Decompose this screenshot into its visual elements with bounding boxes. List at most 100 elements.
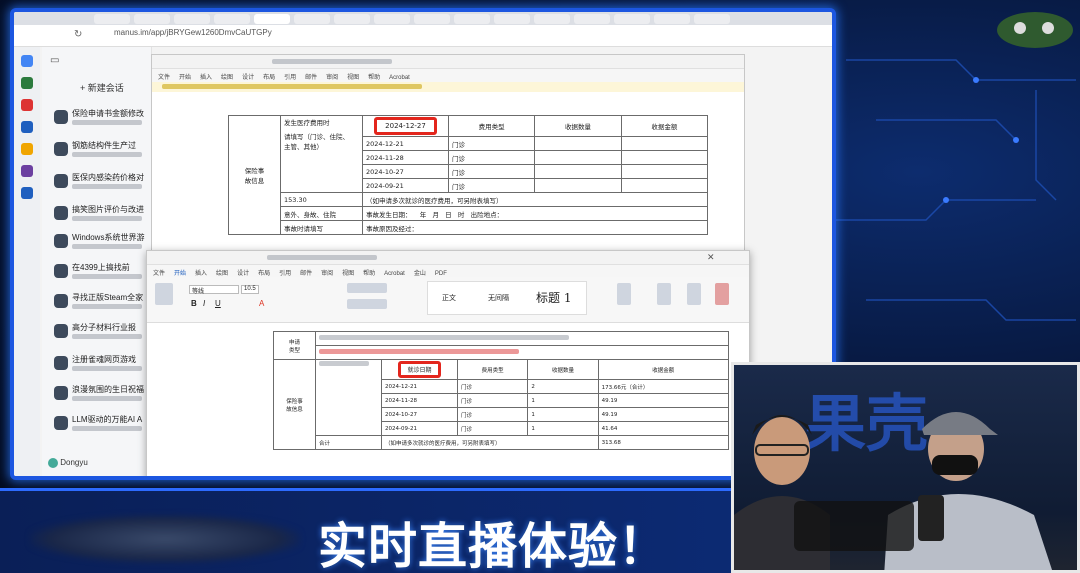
menu-item[interactable]: 引用 [284, 75, 296, 81]
editing-icon[interactable] [617, 283, 631, 305]
menu-item[interactable]: 文件 [158, 75, 170, 81]
amount-cell[interactable]: 49.19 [597, 407, 730, 422]
italic-icon[interactable]: I [203, 299, 205, 308]
date-cell[interactable]: 2024-09-21 [362, 178, 449, 193]
browser-tab[interactable] [694, 14, 730, 24]
date-cell[interactable]: 2024-10-27 [381, 407, 458, 422]
type-cell[interactable]: 门诊 [447, 136, 536, 151]
total-cell[interactable]: 313.68 [597, 435, 730, 450]
style-normal[interactable]: 正文 [442, 293, 456, 303]
browser-tab[interactable] [654, 14, 690, 24]
chat-item[interactable]: LLM驱动的万能AI A [54, 413, 150, 441]
chat-item[interactable]: 医保内感染药价格对 [54, 171, 150, 199]
font-size-select[interactable]: 10.5 [241, 285, 259, 294]
chat-item[interactable]: Windows系统世界游 [54, 231, 150, 259]
font-color-icon[interactable]: A [259, 299, 264, 308]
chrome-icon[interactable] [21, 55, 33, 67]
address-bar[interactable]: ↻ manus.im/app/jBRYGew1260DmvCaUTGPy [14, 25, 832, 47]
chat-item[interactable]: 浪漫氛围的生日祝福 [54, 383, 150, 411]
menu-item[interactable]: 绘图 [221, 75, 233, 81]
date-cell[interactable]: 2024-10-27 [362, 164, 449, 179]
highlighted-date-header[interactable]: 就诊日期 [398, 361, 441, 378]
chat-item[interactable]: 保险申请书金额修改 [54, 107, 150, 135]
browser-tab[interactable] [534, 14, 570, 24]
qty-cell[interactable]: 2 [527, 379, 599, 394]
menu-item[interactable]: 邮件 [305, 75, 317, 81]
field-label: 年 [419, 210, 427, 219]
dictate-icon[interactable] [657, 283, 671, 305]
browser-tab[interactable] [574, 14, 610, 24]
style-gallery[interactable]: 正文 无间隔 标题 1 [427, 281, 587, 315]
url-text[interactable]: manus.im/app/jBRYGew1260DmvCaUTGPy [114, 28, 272, 37]
type-cell[interactable]: 门诊 [447, 178, 536, 193]
paragraph-tools[interactable] [347, 283, 387, 293]
type-cell[interactable]: 门诊 [456, 393, 529, 408]
date-cell[interactable]: 2024-11-28 [362, 150, 449, 165]
addins-icon[interactable] [715, 283, 729, 305]
user-profile[interactable]: Dongyu [48, 458, 88, 468]
editor-icon[interactable] [687, 283, 701, 305]
date-cell[interactable]: 2024-09-21 [381, 421, 458, 436]
menu-item[interactable]: Acrobat [389, 75, 410, 81]
chat-item[interactable]: 寻找正版Steam全家 [54, 291, 150, 319]
chat-item[interactable]: 在4399上搞找前 [54, 261, 150, 289]
app-icon[interactable] [21, 99, 33, 111]
amount-cell[interactable]: 41.64 [597, 421, 730, 436]
qty-cell[interactable]: 1 [527, 421, 599, 436]
style-heading1[interactable]: 标题 1 [536, 289, 571, 306]
underline-icon[interactable]: U [215, 299, 221, 308]
app-icon[interactable] [21, 77, 33, 89]
date-cell[interactable]: 2024-11-28 [381, 393, 458, 408]
row-label: 意外、身故、住院 [280, 206, 363, 221]
bold-icon[interactable]: B [191, 299, 197, 308]
date-cell[interactable]: 2024-12-21 [381, 379, 458, 394]
menu-item[interactable]: 开始 [179, 75, 191, 81]
type-cell[interactable]: 门诊 [456, 407, 529, 422]
browser-tab[interactable] [294, 14, 330, 24]
type-cell[interactable]: 门诊 [456, 421, 529, 436]
app-icon[interactable] [21, 121, 33, 133]
menu-item[interactable]: 设计 [242, 75, 254, 81]
reload-icon[interactable]: ↻ [74, 29, 82, 40]
menu-item[interactable]: 帮助 [368, 75, 380, 81]
sidebar-toggle-icon[interactable]: ▭ [50, 55, 59, 66]
menu-item[interactable]: 布局 [263, 75, 275, 81]
new-chat-button[interactable]: + 新建会话 [80, 81, 124, 94]
chat-item[interactable]: 注册雀魂网页游戏 [54, 353, 150, 381]
font-name-select[interactable]: 等线 [189, 285, 239, 295]
browser-tab-active[interactable] [254, 14, 290, 24]
browser-tab[interactable] [174, 14, 210, 24]
app-icon[interactable] [21, 165, 33, 177]
menu-item[interactable]: 视图 [347, 75, 359, 81]
alignment-tools[interactable] [347, 299, 387, 309]
menu-item[interactable]: 插入 [200, 75, 212, 81]
app-icon[interactable] [21, 143, 33, 155]
type-cell[interactable]: 门诊 [447, 150, 536, 165]
qty-cell[interactable]: 1 [527, 393, 599, 408]
browser-tab[interactable] [374, 14, 410, 24]
paste-icon[interactable] [155, 283, 173, 305]
browser-tab[interactable] [494, 14, 530, 24]
app-icon[interactable] [21, 187, 33, 199]
qty-cell[interactable]: 1 [527, 407, 599, 422]
chat-item[interactable]: 高分子材料行业报 [54, 321, 150, 349]
amount-cell[interactable]: 173.66元（合计） [597, 379, 730, 394]
close-icon[interactable]: ✕ [707, 252, 715, 263]
amount-cell[interactable]: 49.19 [597, 393, 730, 408]
date-cell[interactable]: 2024-12-21 [362, 136, 449, 151]
chat-item[interactable]: 钢筋结构件生产过 [54, 139, 150, 167]
browser-tab[interactable] [94, 14, 130, 24]
style-no-spacing[interactable]: 无间隔 [488, 293, 509, 303]
type-cell[interactable]: 门诊 [456, 379, 529, 394]
type-cell[interactable]: 门诊 [447, 164, 536, 179]
highlighted-date[interactable]: 2024-12-27 [374, 117, 437, 135]
browser-tab[interactable] [414, 14, 450, 24]
browser-tab[interactable] [614, 14, 650, 24]
browser-tab[interactable] [334, 14, 370, 24]
browser-tab[interactable] [214, 14, 250, 24]
browser-tab[interactable] [134, 14, 170, 24]
browser-tab[interactable] [454, 14, 490, 24]
chat-item[interactable]: 搞笑图片评价与改进 [54, 203, 150, 231]
menu-item[interactable]: 审阅 [326, 75, 338, 81]
total-cell[interactable]: 153.30 [280, 192, 363, 207]
